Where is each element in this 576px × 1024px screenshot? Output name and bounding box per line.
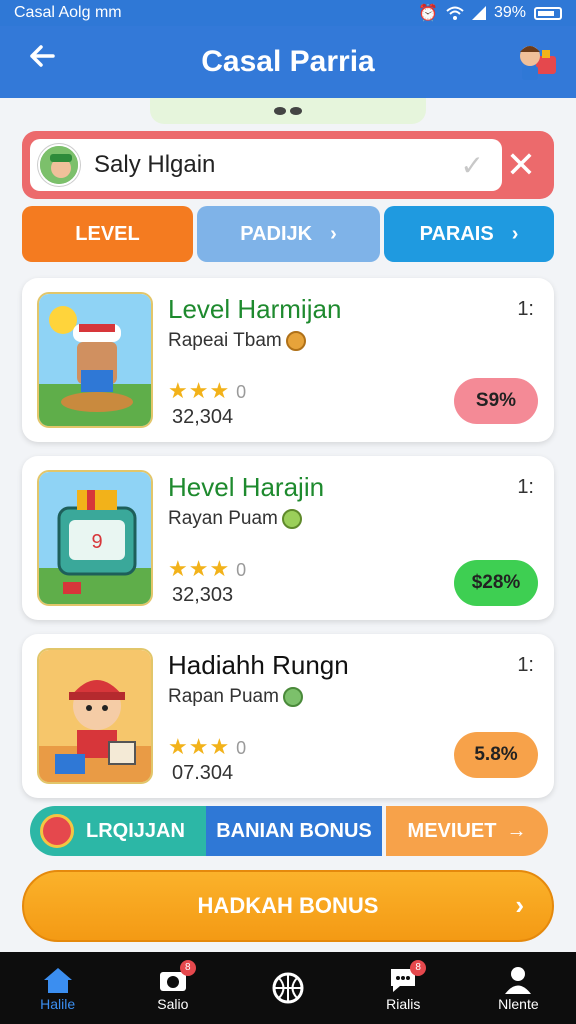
star-rating: ★★★ 0 [168,734,248,759]
rating-value: 0 [236,738,248,758]
tab-label: PADIJK [240,222,313,245]
bonus-label: MEVIUET [407,819,497,842]
tab-padijk[interactable]: PADIJK › [197,206,380,262]
card-number: 1: [517,654,534,676]
search-input[interactable]: Saly Hlgain ✓ [30,139,502,191]
bottom-nav: Halile 8 Salio 8 Rialis Nlente [0,952,576,1024]
nav-label: Salio [157,996,189,1012]
game-thumbnail [37,648,153,784]
notification-badge: 8 [410,960,427,976]
search-text: Saly Hlgain [94,151,216,178]
chevron-right-icon: › [511,222,519,245]
app-bar: Casal Parria [0,26,576,98]
basketball-icon [271,972,305,1004]
profile-avatar[interactable] [514,38,560,84]
card-number: 1: [517,476,534,498]
game-card[interactable]: 9 Hevel Harajin Rayan Puam ★★★ 0 32,303 1… [22,456,554,620]
play-count: 07.304 [172,762,234,784]
notification-badge: 8 [179,960,196,976]
card-subtitle-text: Rayan Puam [168,508,278,529]
star-rating: ★★★ 0 [168,556,248,581]
rating-value: 0 [236,382,248,402]
chevron-right-icon: › [330,222,337,245]
card-subtitle: Rayan Puam [168,508,302,530]
user-avatar [38,144,80,186]
battery-percent: 39% [493,4,526,21]
percent-badge[interactable]: $28% [454,560,538,606]
bonus-button-meviuet[interactable]: MEVIUET → [386,806,548,856]
alarm-icon: ⏰ [418,5,438,22]
card-number: 1: [517,298,534,320]
game-card[interactable]: Hadiahh Rungn Rapan Puam ★★★ 0 07.304 1: … [22,634,554,798]
nav-salio[interactable]: 8 Salio [115,952,230,1024]
coin-icon [282,687,303,707]
percent-badge[interactable]: S9% [454,378,538,424]
card-subtitle: Rapan Puam [168,686,303,708]
card-subtitle-text: Rapeai Tbam [168,330,282,351]
ball-icon [40,814,74,848]
check-icon[interactable]: ✓ [461,149,484,182]
nav-label: Rialis [386,996,421,1012]
back-arrow-icon[interactable] [22,40,62,80]
search-bar: Saly Hlgain ✓ ✕ [22,131,554,199]
chevron-right-icon: › [515,890,524,920]
person-icon [501,964,535,996]
arrow-right-icon: → [506,819,527,842]
battery-icon [534,6,562,20]
bonus-button-lrqijjan[interactable]: LRQIJJAN [30,806,206,856]
close-icon[interactable]: ✕ [504,141,538,189]
percent-badge[interactable]: 5.8% [454,732,538,778]
svg-text:9: 9 [91,531,102,553]
game-card[interactable]: Level Harmijan Rapeai Tbam ★★★ 0 32,304 1… [22,278,554,442]
filter-tabs: LEVEL PADIJK › PARAIS › [22,206,554,262]
play-count: 32,304 [172,406,234,428]
chat-icon: 8 [386,960,427,996]
tab-label: LEVEL [75,222,140,245]
nav-rialis[interactable]: 8 Rialis [346,952,461,1024]
game-thumbnail: 9 [37,470,153,606]
card-title: Level Harmijan [168,294,342,324]
bonus-button-banian[interactable]: BANIAN BONUS [206,806,382,856]
tab-level[interactable]: LEVEL [22,206,193,262]
nav-label: Nlente [498,996,539,1012]
page-title: Casal Parria [201,45,375,78]
game-thumbnail [37,292,153,428]
bonus-label: LRQIJJAN [86,819,185,842]
card-title: Hevel Harajin [168,472,325,502]
home-icon [41,964,75,996]
coin-icon [285,331,306,351]
bonus-row: LRQIJJAN BANIAN BONUS MEVIUET → [30,806,548,856]
star-rating: ★★★ 0 [168,378,248,403]
big-button-label: HADKAH BONUS [197,893,379,918]
hadkah-bonus-button[interactable]: HADKAH BONUS › [22,870,554,942]
status-bar: Casal Aolg mm ⏰ 39% [0,0,576,26]
status-left-text: Casal Aolg mm [14,4,122,21]
play-count: 32,303 [172,584,234,606]
camera-icon: 8 [156,960,196,996]
nav-center[interactable] [230,952,345,1024]
wifi-icon [446,6,464,20]
tab-parais[interactable]: PARAIS › [384,206,554,262]
nav-home[interactable]: Halile [0,952,115,1024]
bonus-label: BANIAN BONUS [216,819,372,842]
card-subtitle: Rapeai Tbam [168,330,306,352]
rating-value: 0 [236,560,248,580]
nav-nlente[interactable]: Nlente [461,952,576,1024]
card-title: Hadiahh Rungn [168,650,349,680]
drag-handle[interactable] [150,98,426,124]
nav-label: Halile [40,996,76,1012]
signal-icon [471,6,486,20]
coin-icon [281,509,302,529]
tab-label: PARAIS [419,222,494,245]
card-subtitle-text: Rapan Puam [168,686,279,707]
